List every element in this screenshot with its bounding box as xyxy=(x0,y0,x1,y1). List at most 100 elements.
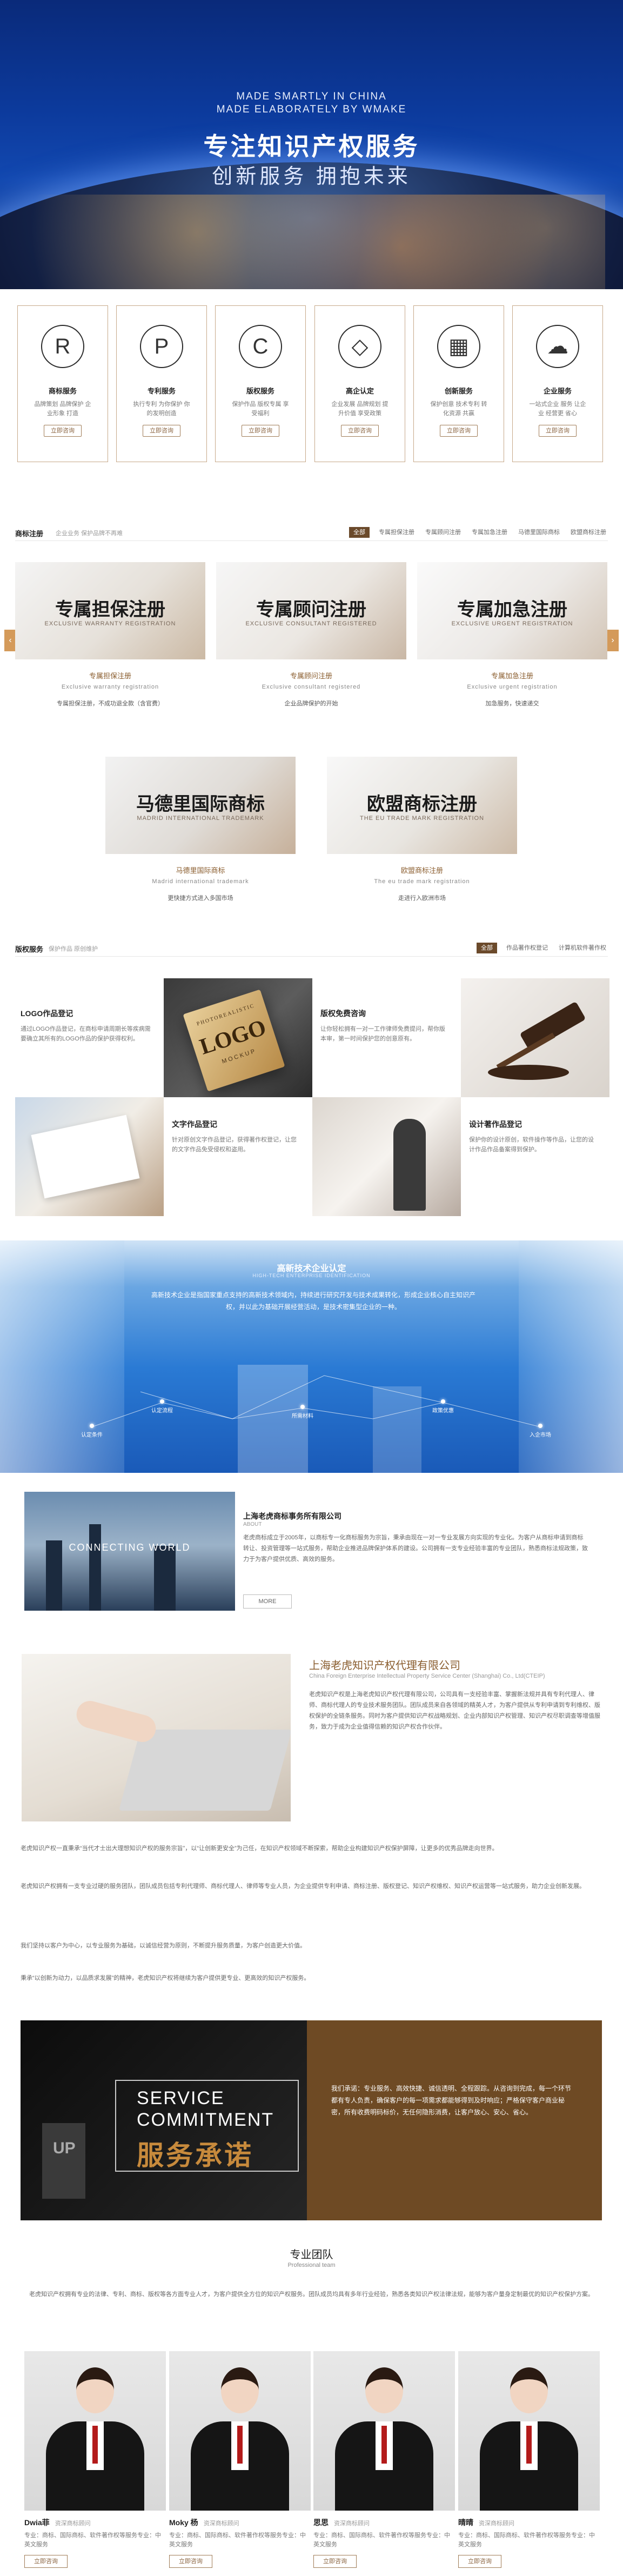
service-card[interactable]: ☁ 企业服务 一站式企业 服务 让企业 经营更 省心 立即咨询 xyxy=(512,305,603,462)
card-desc: 保护你的设计原创，软件操作等作品，让您的设计作品作品备案得到保护。 xyxy=(469,1137,594,1153)
box-decor: UP xyxy=(42,2123,85,2199)
service-card[interactable]: R 商标服务 品牌策划 品牌保护 企业形象 打造 立即咨询 xyxy=(17,305,108,462)
hitech-node[interactable]: 认定条件 xyxy=(70,1424,113,1438)
tab-5[interactable]: 欧盟商标注册 xyxy=(569,527,608,538)
service-desc: 执行专利 为你保护 你的发明创造 xyxy=(133,401,190,417)
consult-button[interactable]: 立即咨询 xyxy=(440,425,478,437)
service-card[interactable]: ▦ 创新服务 保护创意 技术专利 转化资源 共赢 立即咨询 xyxy=(413,305,504,462)
service-card[interactable]: P 专利服务 执行专利 为你保护 你的发明创造 立即咨询 xyxy=(116,305,207,462)
logo-mockup-image: PHOTOREALISTIC LOGO MOCKUP xyxy=(164,978,312,1097)
box-sign: UP xyxy=(53,2139,76,2157)
consult-button[interactable]: 立即咨询 xyxy=(169,2555,212,2568)
service-card[interactable]: ◇ 高企认定 企业发展 品牌规划 提升价值 享受政策 立即咨询 xyxy=(314,305,405,462)
trademark-section-header: 商标注册 企业业务 保护品牌不再难 全部 专属担保注册 专属顾问注册 专属加急注册 马德… xyxy=(15,527,608,541)
tab-3[interactable]: 专属加急注册 xyxy=(470,527,509,538)
service-desc: 企业发展 品牌规划 提升价值 享受政策 xyxy=(331,401,388,417)
trademark-card-image: 专属顾问注册 EXCLUSIVE CONSULTANT REGISTERED xyxy=(216,562,406,659)
more-button[interactable]: MORE xyxy=(243,1594,292,1609)
image-heading: 专属加急注册 xyxy=(457,599,567,620)
consult-button[interactable]: 立即咨询 xyxy=(539,425,577,437)
about2-para-2: 老虎知识产权拥有一支专业过硬的服务团队，团队成员包括专利代理师、商标代理人、律师… xyxy=(21,1883,585,1890)
trademark-card[interactable]: 专属担保注册 EXCLUSIVE WARRANTY REGISTRATION 专属担… xyxy=(15,562,205,708)
consult-button[interactable]: 立即咨询 xyxy=(44,425,82,437)
copyright-card-text[interactable]: 文字作品登记 针对原创文字作品登记，获得著作权登记，让您的文字作品免受侵权和盗用… xyxy=(164,1097,312,1216)
node-dot xyxy=(538,1424,542,1428)
city-lights-image xyxy=(22,195,605,289)
node-dot xyxy=(160,1399,164,1404)
about1-text: 老虎商标成立于2005年，以商标专一化商标服务为宗旨，秉承由现在一对一专业发展方… xyxy=(243,1534,588,1563)
hitech-node[interactable]: 认定流程 xyxy=(140,1399,184,1414)
hitech-node[interactable]: 入企市场 xyxy=(519,1424,562,1438)
service-name: 商标服务 xyxy=(48,387,77,395)
hero-english-line-2: MADE ELABORATELY BY WMAKE xyxy=(216,104,407,115)
consult-button[interactable]: 立即咨询 xyxy=(458,2555,501,2568)
member-photo xyxy=(24,2351,166,2511)
trademark-tabs: 全部 专属担保注册 专属顾问注册 专属加急注册 马德里国际商标 欧盟商标注册 xyxy=(349,527,608,538)
copyright-icon: C xyxy=(239,325,282,368)
tab-1[interactable]: 专属担保注册 xyxy=(377,527,416,538)
person-silhouette xyxy=(393,1119,426,1211)
card-desc: Exclusive urgent registration xyxy=(467,684,558,690)
hero-english-line-1: MADE SMARTLY IN CHINA xyxy=(236,91,387,102)
tab-0[interactable]: 全部 xyxy=(477,943,497,953)
member-tie xyxy=(92,2426,98,2464)
card-note: 企业品牌保护的开始 xyxy=(284,700,338,707)
member-role: 资深商标顾问 xyxy=(479,2520,514,2527)
gavel-image xyxy=(461,978,609,1097)
consult-button[interactable]: 立即咨询 xyxy=(242,425,279,437)
service-card[interactable]: C 版权服务 保护作品 版权专属 享受福利 立即咨询 xyxy=(215,305,306,462)
card-title: 文字作品登记 xyxy=(172,1120,217,1129)
consult-button[interactable]: 立即咨询 xyxy=(143,425,180,437)
consult-button[interactable]: 立即咨询 xyxy=(313,2555,357,2568)
team-intro: 老虎知识产权拥有专业的法律、专利、商标、版权等各方面专业人才，为客户提供全方位的… xyxy=(29,2291,594,2298)
section-subtitle: 企业业务 保护品牌不再难 xyxy=(56,530,123,537)
copyright-card-design[interactable]: 设计著作品登记 保护你的设计原创，软件操作等作品，让您的设计作品作品备案得到保护… xyxy=(461,1097,609,1216)
card-name: 马德里国际商标 xyxy=(176,866,225,875)
image-heading: 欧盟商标注册 xyxy=(367,794,477,815)
carousel-next-arrow[interactable]: › xyxy=(607,630,619,651)
carousel-prev-arrow[interactable]: ‹ xyxy=(4,630,16,651)
card-note: 走进行入欧洲市场 xyxy=(398,895,446,902)
copyright-card-logo[interactable]: LOGO作品登记 通过LOGO作品登记，在商标申请周期长等疾病需要确立其所有的L… xyxy=(15,978,164,1097)
member-tie xyxy=(237,2426,243,2464)
hero-subtitle: 创新服务 拥抱未来 xyxy=(212,165,411,188)
trademark-card[interactable]: 欧盟商标注册 THE EU TRADE MARK REGISTRATION 欧盟商标… xyxy=(327,757,517,902)
consult-button[interactable]: 立即咨询 xyxy=(341,425,379,437)
tab-0[interactable]: 全部 xyxy=(349,527,370,538)
hitech-banner: 高新技术企业认定 HIGH-TECH ENTERPRISE IDENTIFICA… xyxy=(0,1240,623,1473)
paper-doc xyxy=(31,1115,140,1199)
hitech-node[interactable]: 所需材料 xyxy=(281,1405,324,1419)
card-desc: Exclusive warranty registration xyxy=(61,684,159,690)
consult-button[interactable]: 立即咨询 xyxy=(24,2555,68,2568)
tower-3 xyxy=(154,1546,176,1611)
tab-1[interactable]: 作品著作权登记 xyxy=(505,943,550,953)
trademark-card[interactable]: 专属顾问注册 EXCLUSIVE CONSULTANT REGISTERED 专属顾… xyxy=(216,562,406,708)
hitech-node[interactable]: 政策优惠 xyxy=(421,1399,465,1414)
section-title: 商标注册 xyxy=(15,530,44,538)
service-commitment: UP SERVICE COMMITMENT 服务承诺 我们承诺：专业服务、高效快… xyxy=(21,2020,602,2220)
about2-para-3: 我们坚持以客户为中心，以专业服务为基础，以诚信经营为原则，不断提升服务质量，为客… xyxy=(21,1943,306,1949)
card-title: 设计著作品登记 xyxy=(469,1120,522,1129)
node-label: 所需材料 xyxy=(292,1413,313,1419)
trademark-card[interactable]: 马德里国际商标 MADRID INTERNATIONAL TRADEMARK 马德里… xyxy=(105,757,296,902)
tab-4[interactable]: 马德里国际商标 xyxy=(517,527,561,538)
tab-2[interactable]: 专属顾问注册 xyxy=(424,527,463,538)
diamond-icon: ◇ xyxy=(338,325,381,368)
team-member-card: 晴晴 资深商标顾问 专业：商标、国际商标、软件著作权等服务专业：中英文服务 立即咨询 xyxy=(458,2351,600,2568)
gavel-block xyxy=(488,1065,569,1080)
member-name: Dwia菲 资深商标顾问 xyxy=(24,2517,166,2528)
member-head xyxy=(510,2367,548,2413)
copyright-card-consult[interactable]: 版权免费咨询 让你轻松拥有一对一工作律师免费提问，帮你版本审，第一时间保护您的创… xyxy=(312,978,461,1097)
cloud-icon: ☁ xyxy=(536,325,579,368)
member-head xyxy=(365,2367,403,2413)
team-member-card: 思思 资深商标顾问 专业：商标、国际商标、软件著作权等服务专业：中英文服务 立即咨询 xyxy=(313,2351,455,2568)
commitment-cn: 服务承诺 xyxy=(137,2140,253,2171)
member-role: 资深商标顾问 xyxy=(203,2520,239,2527)
node-dot xyxy=(441,1399,445,1404)
documents-image xyxy=(15,1097,164,1216)
card-note: 专属担保注册，不成功退全款（含官费） xyxy=(57,700,164,707)
commitment-brown-panel: 我们承诺：专业服务、高效快捷、诚信透明、全程跟踪。从咨询到完成，每一个环节都有专… xyxy=(307,2020,602,2220)
trademark-card[interactable]: 专属加急注册 EXCLUSIVE URGENT REGISTRATION 专属加急注… xyxy=(417,562,607,708)
member-photo xyxy=(458,2351,600,2511)
tab-2[interactable]: 计算机软件著作权 xyxy=(557,943,608,953)
